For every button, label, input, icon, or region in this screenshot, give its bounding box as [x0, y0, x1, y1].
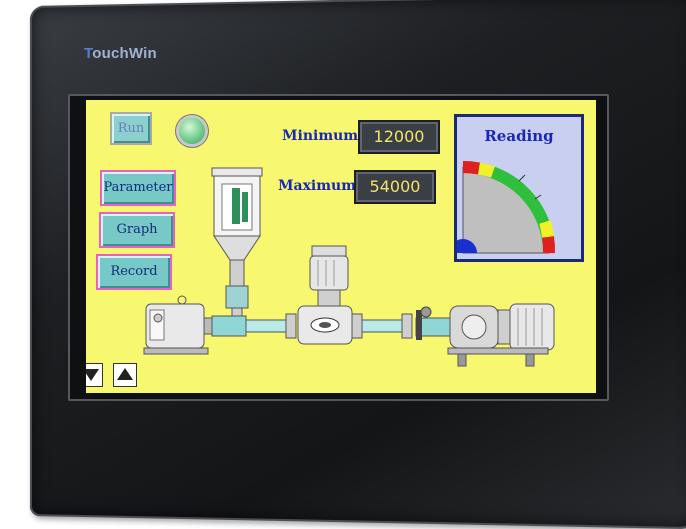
hmi-screen: Run Parameter Graph Record Minimum: 1200… [86, 100, 596, 393]
status-lamp-indicator [179, 118, 205, 144]
reading-gauge-panel: Reading [454, 114, 584, 262]
gauge-caution-zone-bottom [539, 220, 554, 238]
gauge-low-zone [462, 161, 481, 175]
run-button[interactable]: Run [110, 112, 152, 145]
scroll-down-button[interactable] [86, 363, 103, 387]
record-button[interactable]: Record [96, 254, 172, 290]
triangle-down-icon [86, 369, 99, 381]
brand-logo: TouchWin [84, 45, 157, 62]
triangle-up-icon [117, 368, 133, 380]
hopper-tank [211, 167, 263, 327]
graph-button[interactable]: Graph [99, 212, 175, 248]
gauge-caution-zone-top [477, 162, 495, 178]
central-pump [297, 245, 353, 345]
gauge-high-zone [542, 236, 556, 254]
maximum-value-display[interactable]: 54000 [354, 170, 436, 204]
gauge-dial [457, 161, 556, 254]
minimum-value-display[interactable]: 12000 [358, 120, 440, 154]
scroll-up-button[interactable] [113, 363, 137, 387]
parameter-button[interactable]: Parameter [100, 170, 176, 206]
maximum-label: Maximum: [278, 178, 362, 194]
left-motor [143, 295, 213, 355]
minimum-label: Minimum: [282, 128, 364, 144]
